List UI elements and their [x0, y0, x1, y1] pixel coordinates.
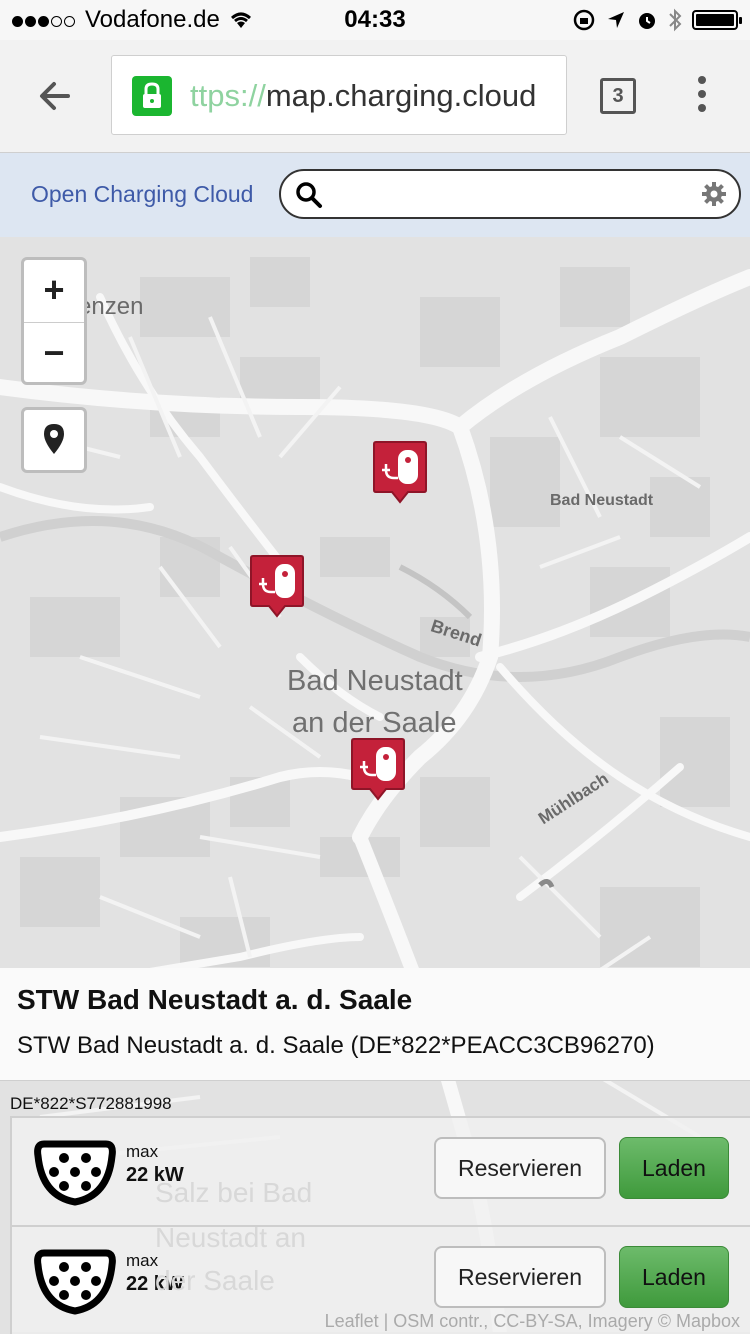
map-attribution[interactable]: Leaflet | OSM contr., CC-BY-SA, Imagery …	[325, 1311, 740, 1332]
bluetooth-icon	[669, 8, 682, 32]
battery-icon	[692, 10, 742, 30]
rotation-lock-icon	[573, 9, 595, 31]
url-text: ttps://map.charging.cloud	[190, 78, 536, 114]
charging-station-marker[interactable]	[249, 554, 305, 620]
station-info-panel: STW Bad Neustadt a. d. Saale STW Bad Neu…	[0, 968, 750, 1081]
zoom-in-button[interactable]: +	[24, 260, 84, 322]
type2-plug-icon	[34, 1140, 116, 1206]
search-box[interactable]	[279, 169, 741, 219]
map-label-ghost-1: Salz bei Bad	[155, 1177, 313, 1208]
max-label: max	[126, 1251, 159, 1270]
charge-button[interactable]: Laden	[619, 1137, 729, 1199]
overflow-menu-icon[interactable]	[694, 76, 710, 120]
charging-station-marker[interactable]	[350, 737, 406, 803]
search-icon	[296, 182, 322, 208]
gear-icon[interactable]	[701, 181, 727, 207]
brand-title[interactable]: Open Charging Cloud	[31, 181, 253, 208]
map-label-ghost-3: der Saale	[155, 1265, 275, 1296]
lock-icon	[132, 76, 172, 116]
locate-button[interactable]	[21, 407, 87, 473]
max-label: max	[126, 1142, 159, 1161]
charge-button[interactable]: Laden	[619, 1246, 729, 1308]
url-scheme: ttps://	[190, 78, 266, 113]
url-host: map.charging.cloud	[265, 78, 537, 113]
tab-switcher-button[interactable]: 3	[600, 78, 636, 114]
charging-station-marker[interactable]	[372, 440, 428, 506]
connector-row: max 22 kW Reservieren Laden	[12, 1118, 750, 1227]
address-bar[interactable]: ttps://map.charging.cloud	[111, 55, 567, 135]
location-arrow-icon	[608, 12, 624, 28]
zoom-out-button[interactable]: −	[24, 322, 84, 385]
evse-id: DE*822*S772881998	[10, 1094, 172, 1113]
alarm-icon	[639, 13, 655, 29]
zoom-control: + −	[21, 257, 87, 385]
type2-plug-icon	[34, 1249, 116, 1315]
map-label-city-line1: Bad Neustadt	[287, 665, 463, 697]
location-pin-icon	[44, 424, 64, 454]
browser-toolbar: ttps://map.charging.cloud 3	[0, 40, 750, 153]
back-arrow-icon[interactable]	[34, 74, 78, 118]
map-label-ghost-2: Neustadt an	[155, 1222, 306, 1253]
status-bar: Vodafone.de 04:33	[0, 0, 750, 40]
connector-list: max 22 kW Reservieren Laden max 22 kW Re…	[10, 1116, 750, 1334]
status-icons	[572, 8, 742, 32]
reserve-button[interactable]: Reservieren	[434, 1137, 606, 1199]
station-subtitle: STW Bad Neustadt a. d. Saale (DE*822*PEA…	[17, 1032, 655, 1059]
search-input[interactable]	[337, 179, 701, 211]
station-title: STW Bad Neustadt a. d. Saale	[17, 984, 413, 1015]
map-label-bad-neustadt: Bad Neustadt	[550, 492, 654, 509]
map-label-city-line2: an der Saale	[292, 707, 457, 739]
app-header: Open Charging Cloud	[0, 153, 750, 237]
reserve-button[interactable]: Reservieren	[434, 1246, 606, 1308]
